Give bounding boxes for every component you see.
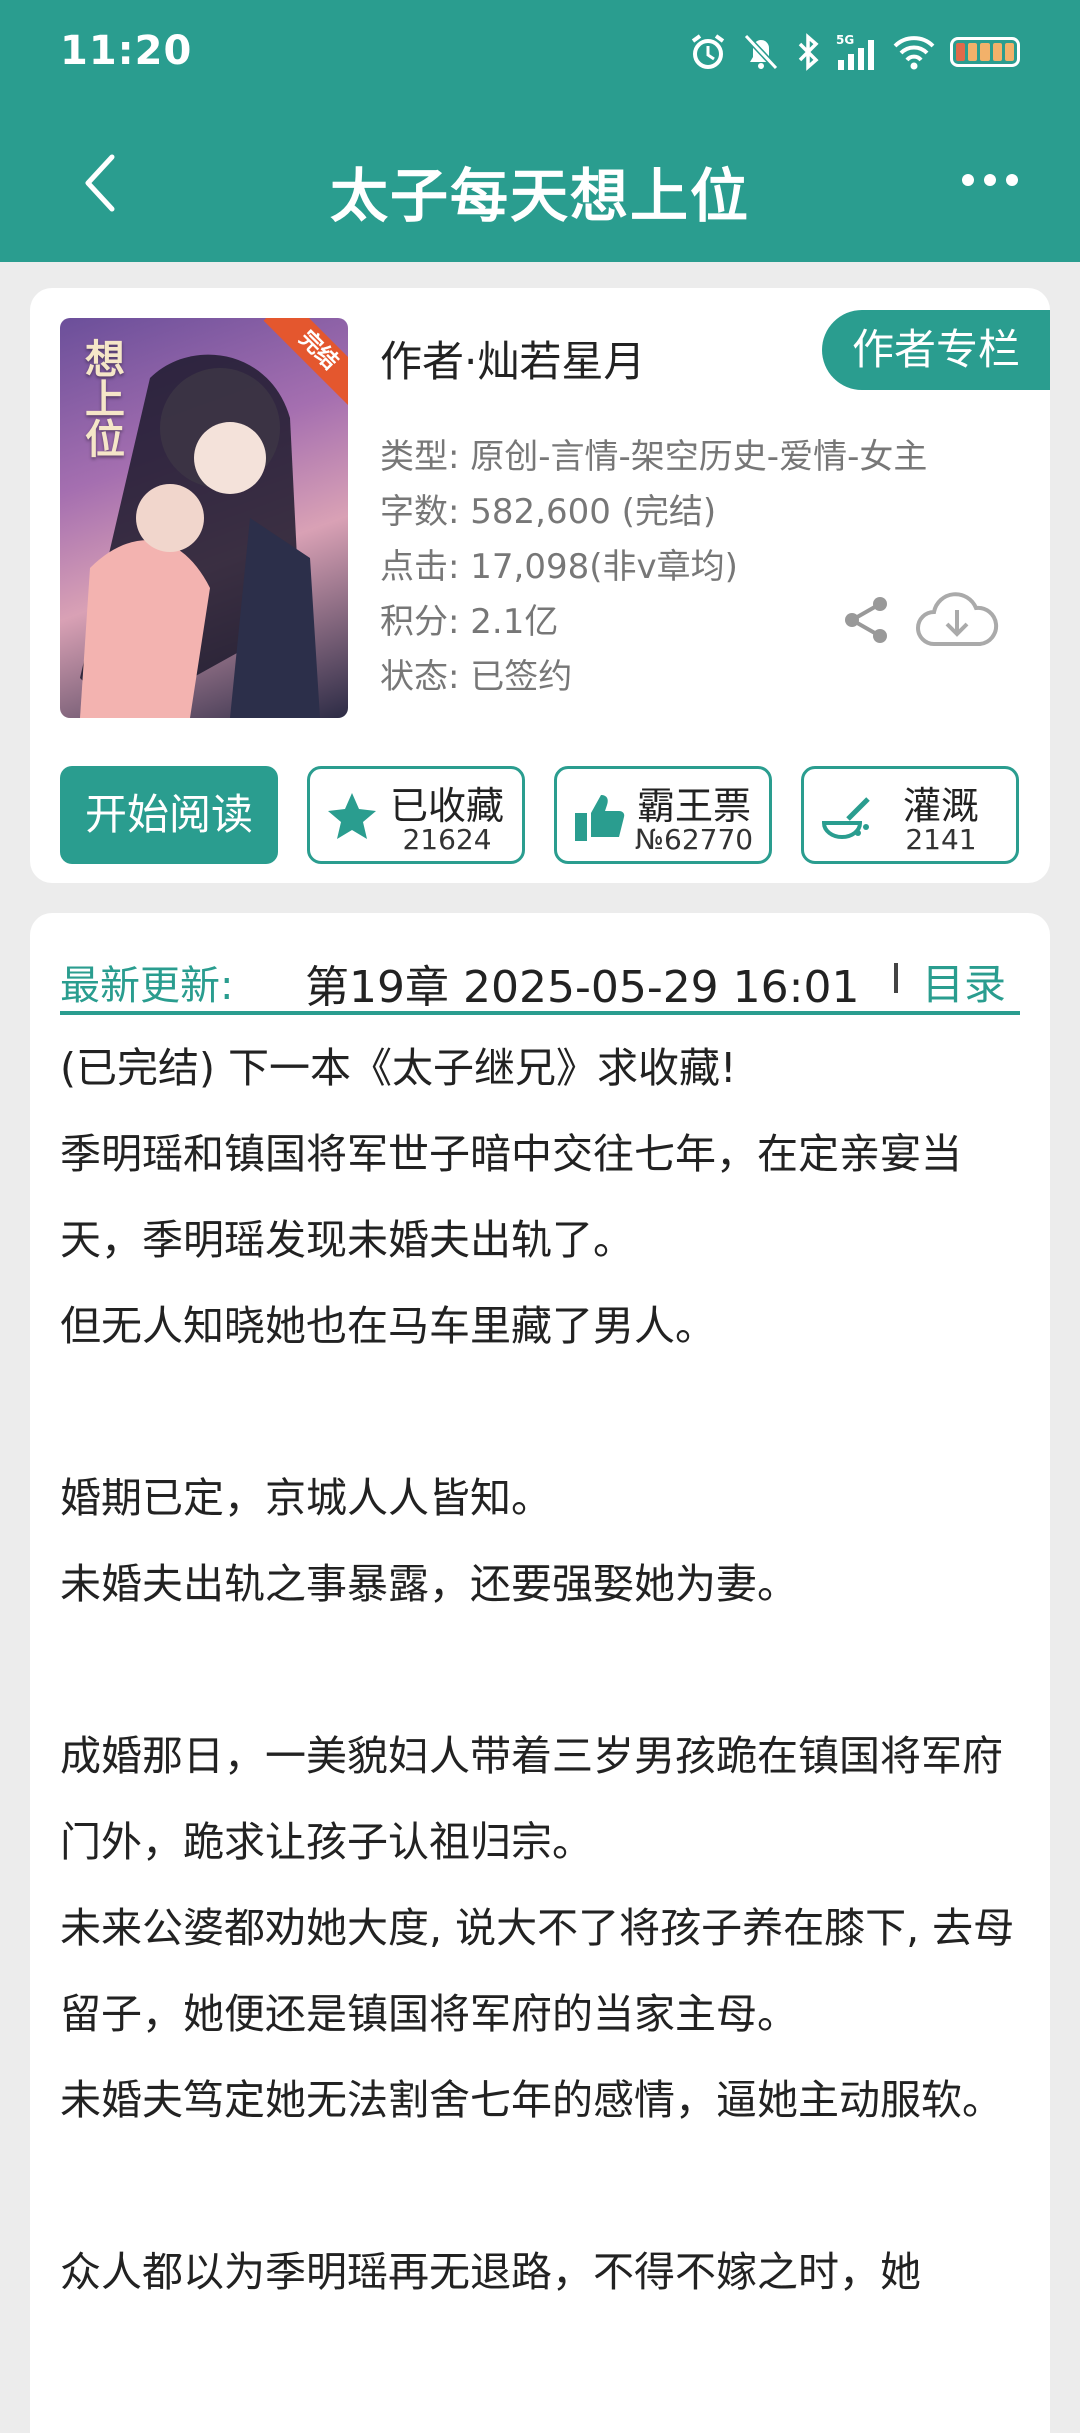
- svg-text:5G: 5G: [836, 33, 854, 47]
- water-button[interactable]: 灌溉 2141: [801, 766, 1019, 864]
- divider: [894, 963, 898, 993]
- synopsis-line: 未婚夫笃定她无法割舍七年的感情，逼她主动服软。: [60, 2076, 1003, 2124]
- book-synopsis: (已完结) 下一本《太子继兄》求收藏! 季明瑶和镇国将军世子暗中交往七年，在定亲…: [60, 1025, 1025, 2315]
- book-meta: 类型: 原创-言情-架空历史-爱情-女主 字数: 582,600 (完结) 点击…: [380, 430, 927, 705]
- status-icons: 5G: [688, 32, 1020, 72]
- latest-update-label: 最新更新:: [60, 963, 234, 1009]
- ticket-label: 霸王票: [636, 784, 751, 828]
- cloud-download-icon[interactable]: [912, 586, 1002, 652]
- table-of-contents-link[interactable]: 目录: [922, 951, 1006, 1012]
- wifi-icon: [893, 36, 935, 70]
- ticket-count: №62770: [634, 823, 754, 856]
- book-info-card: 想上位 完结 作者·灿若星月 作者专栏 类型: 原创-言情-架空历史-爱情-女主…: [30, 288, 1050, 883]
- content-card: 最新更新: 第19章 2025-05-29 16:01 目录 (已完结) 下一本…: [30, 913, 1050, 2433]
- battery-icon: [950, 37, 1020, 67]
- synopsis-line: 婚期已定，京城人人皆知。: [60, 1474, 552, 1522]
- top-header: 11:20 5G 太子每天想上位: [0, 0, 1080, 262]
- meta-genre: 类型: 原创-言情-架空历史-爱情-女主: [380, 437, 928, 477]
- status-bar: 11:20 5G: [0, 0, 1080, 115]
- synopsis-line: 未来公婆都劝她大度, 说大不了将孩子养在膝下, 去母留子，她便还是镇国将军府的当…: [60, 1904, 1015, 2038]
- synopsis-line: 未婚夫出轨之事暴露，还要强娶她为妻。: [60, 1560, 798, 1608]
- synopsis-line: 成婚那日，一美貌妇人带着三岁男孩跪在镇国将军府门外，跪求让孩子认祖归宗。: [60, 1732, 1003, 1866]
- ticket-button[interactable]: 霸王票 №62770: [554, 766, 772, 864]
- meta-clicks: 点击: 17,098(非v章均): [380, 547, 738, 587]
- synopsis-line: 季明瑶和镇国将军世子暗中交往七年，在定亲宴当天，季明瑶发现未婚夫出轨了。: [60, 1130, 962, 1264]
- synopsis-line: 但无人知晓她也在马车里藏了男人。: [60, 1302, 716, 1350]
- synopsis-line: (已完结) 下一本《太子继兄》求收藏!: [60, 1044, 737, 1092]
- alarm-icon: [691, 34, 725, 69]
- synopsis-blank: [60, 2143, 1025, 2229]
- water-count: 2141: [905, 823, 977, 856]
- latest-update-bar: 最新更新: 第19章 2025-05-29 16:01 目录: [60, 933, 1020, 1015]
- star-icon: [328, 793, 376, 839]
- bluetooth-icon: [798, 33, 819, 71]
- mute-bell-icon: [743, 33, 779, 71]
- more-options-icon[interactable]: [960, 165, 1020, 195]
- start-reading-button[interactable]: 开始阅读: [60, 766, 278, 864]
- meta-word-count: 字数: 582,600 (完结): [380, 492, 717, 532]
- author-column-button[interactable]: 作者专栏: [822, 310, 1050, 390]
- status-time: 11:20: [60, 28, 193, 74]
- synopsis-blank: [60, 1369, 1025, 1455]
- watering-can-icon: [821, 797, 870, 839]
- page-title: 太子每天想上位: [329, 162, 750, 230]
- author-name[interactable]: 作者·灿若星月: [380, 328, 645, 389]
- nav-bar: 太子每天想上位: [0, 115, 1080, 262]
- share-icon[interactable]: [838, 592, 894, 648]
- thumbs-up-icon: [575, 795, 625, 841]
- collect-count: 21624: [402, 823, 492, 856]
- meta-status: 状态: 已签约: [380, 657, 573, 697]
- book-cover[interactable]: 想上位 完结: [60, 318, 348, 718]
- signal-icon: 5G: [836, 33, 874, 70]
- cover-title: 想上位: [78, 338, 124, 458]
- collect-label: 已收藏: [389, 784, 504, 828]
- synopsis-line: 众人都以为季明瑶再无退路，不得不嫁之时，她: [60, 2248, 921, 2296]
- latest-chapter-link[interactable]: 第19章 2025-05-29 16:01: [305, 951, 875, 1015]
- synopsis-blank: [60, 1627, 1025, 1713]
- water-label: 灌溉: [902, 784, 979, 828]
- collect-button[interactable]: 已收藏 21624: [307, 766, 525, 864]
- action-buttons: 开始阅读 已收藏 21624 霸王票 №62770 灌溉 2141: [60, 766, 1020, 866]
